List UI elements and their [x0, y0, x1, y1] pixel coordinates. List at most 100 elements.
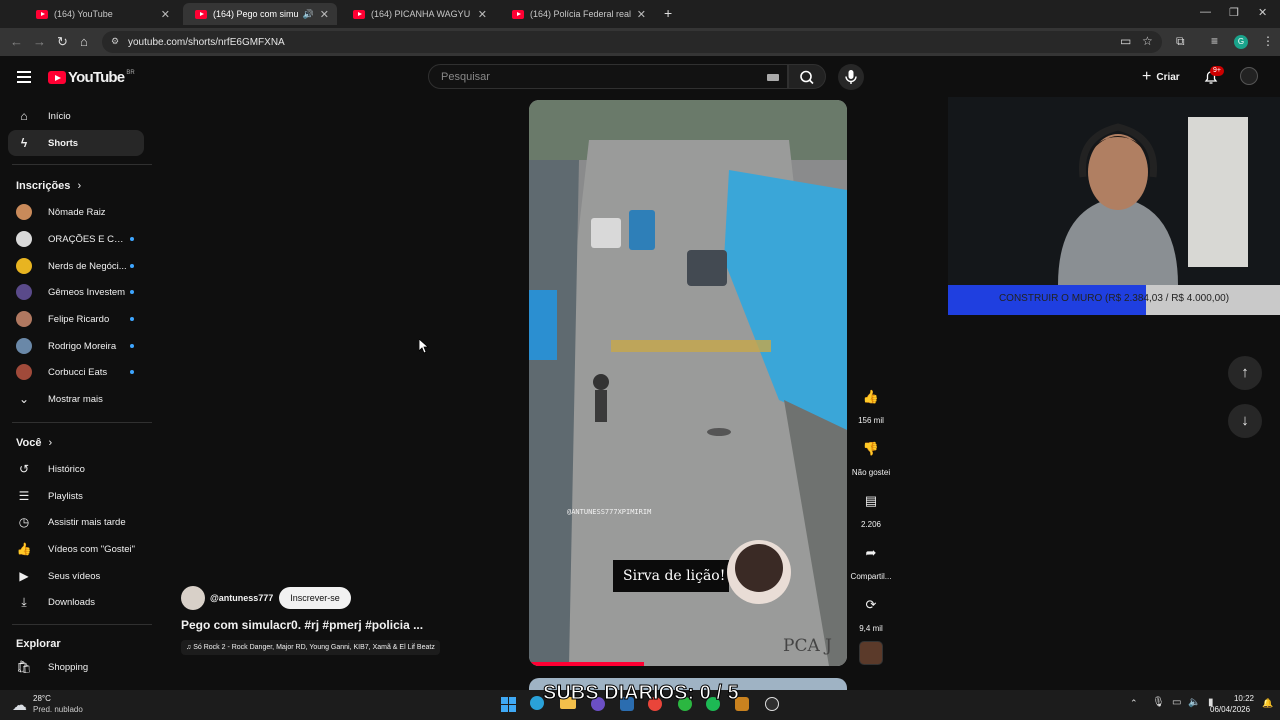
- sidebar-item-playlists[interactable]: ☰ Playlists: [8, 483, 144, 509]
- dislike-button[interactable]: 👎 Não gostei: [848, 434, 894, 477]
- channel-avatar: [16, 284, 32, 300]
- search-button[interactable]: [788, 64, 826, 89]
- shopping-icon: 🛍: [16, 660, 32, 674]
- thumb-up-icon: 👍: [16, 542, 32, 556]
- restore-icon[interactable]: ❐: [1229, 6, 1239, 19]
- sidebar-item-home[interactable]: ⌂ Início: [8, 103, 144, 129]
- channel-avatar[interactable]: [181, 586, 205, 610]
- subscribe-label: Inscrever-se: [290, 593, 340, 603]
- sidebar-item-history[interactable]: ↺ Histórico: [8, 456, 144, 482]
- share-icon: ➦: [865, 545, 877, 560]
- voice-search-button[interactable]: [838, 64, 864, 90]
- youtube-logo[interactable]: YouTube BR: [48, 69, 135, 86]
- thumb-up-icon: 👍: [862, 389, 880, 404]
- sidebar-item-label: Seus vídeos: [48, 570, 101, 582]
- sidebar-item-shopping[interactable]: 🛍 Shopping: [8, 654, 144, 680]
- edge-icon[interactable]: [530, 696, 544, 710]
- share-button[interactable]: ➦ Compartil...: [848, 538, 894, 581]
- clock-date[interactable]: 06/04/2026: [1210, 705, 1250, 714]
- subscriptions-header[interactable]: Inscrições ›: [16, 180, 81, 192]
- keyboard-icon[interactable]: [767, 74, 779, 81]
- short-video-player[interactable]: @ANTUNESS777XPIMIRIM Sirva de lição! PCA…: [529, 100, 847, 666]
- remix-button[interactable]: ⟳ 9,4 mil: [848, 590, 894, 633]
- sidebar-item-shorts[interactable]: ϟ Shorts: [8, 130, 144, 156]
- speaker-icon[interactable]: 🔊: [303, 9, 314, 20]
- sidebar-item-subscription[interactable]: Felipe Ricardo: [8, 306, 144, 332]
- volume-icon[interactable]: 🔈: [1188, 697, 1200, 708]
- cast-icon[interactable]: ▭: [1120, 34, 1131, 48]
- like-button[interactable]: 👍 156 mil: [848, 382, 894, 425]
- tab-title: (164) Polícia Federal realiza ope: [530, 9, 631, 19]
- music-title: Só Rock 2 - Rock Danger, Major RD, Young…: [193, 644, 435, 651]
- sound-thumbnail[interactable]: [859, 641, 883, 665]
- show-more-button[interactable]: ⌄ Mostrar mais: [8, 386, 144, 412]
- youtube-favicon-icon: [512, 9, 524, 19]
- clock-time[interactable]: 10:22: [1232, 694, 1256, 703]
- address-bar[interactable]: ⚙ youtube.com/shorts/nrfE6GMFXNA: [102, 31, 1162, 53]
- temperature[interactable]: 28°C: [33, 694, 51, 703]
- notifications-button[interactable]: 9+: [1203, 66, 1224, 90]
- sidebar-item-watch-later[interactable]: ◷ Assistir mais tarde: [8, 509, 144, 535]
- sidebar-item-label: Corbucci Eats: [48, 366, 108, 378]
- extensions-icon[interactable]: ⧉: [1176, 34, 1185, 49]
- share-label: Compartil...: [850, 572, 892, 581]
- close-tab-icon[interactable]: ✕: [320, 8, 329, 21]
- music-chip[interactable]: ♫ Só Rock 2 - Rock Danger, Major RD, You…: [181, 640, 440, 655]
- browser-tab-active[interactable]: (164) Pego com simulacr0. 🔊 ✕: [183, 3, 337, 25]
- forward-icon[interactable]: →: [33, 34, 46, 49]
- obs-icon[interactable]: [765, 697, 779, 711]
- account-avatar[interactable]: [1240, 67, 1258, 85]
- minimize-icon[interactable]: —: [1200, 6, 1211, 18]
- new-tab-icon[interactable]: +: [664, 5, 672, 21]
- weather-description[interactable]: Pred. nublado: [33, 705, 83, 714]
- close-tab-icon[interactable]: ✕: [478, 8, 487, 21]
- network-icon[interactable]: ▭: [1172, 697, 1181, 708]
- sidebar-item-subscription[interactable]: Gêmeos Investem: [8, 279, 144, 305]
- tab-title: (164) YouTube: [54, 9, 113, 19]
- close-tab-icon[interactable]: ✕: [161, 8, 170, 21]
- back-icon[interactable]: ←: [10, 34, 23, 49]
- donation-goal-text: CONSTRUIR O MURO (R$ 2.384,03 / R$ 4.000…: [998, 293, 1230, 304]
- browser-tab[interactable]: (164) YouTube ✕: [24, 3, 178, 25]
- reload-icon[interactable]: ↻: [57, 34, 68, 50]
- browser-menu-icon[interactable]: ⋮: [1262, 34, 1274, 48]
- logo-text: YouTube: [68, 69, 125, 86]
- sidebar-item-label: Playlists: [48, 490, 83, 502]
- hamburger-menu-icon[interactable]: [17, 71, 31, 83]
- channel-handle[interactable]: @antuness777: [210, 593, 273, 603]
- close-tab-icon[interactable]: ✕: [637, 8, 646, 21]
- sidebar-item-your-videos[interactable]: ▶ Seus vídeos: [8, 563, 144, 589]
- sidebar-item-downloads[interactable]: ⤓ Downloads: [8, 589, 144, 615]
- sidebar-item-subscription[interactable]: Corbucci Eats: [8, 359, 144, 385]
- comments-button[interactable]: ▤ 2.206: [848, 486, 894, 529]
- search-input[interactable]: Pesquisar: [428, 64, 788, 89]
- search-placeholder: Pesquisar: [441, 71, 490, 83]
- you-header[interactable]: Você ›: [16, 437, 52, 449]
- next-short-button[interactable]: ↓: [1228, 404, 1262, 438]
- browser-tab[interactable]: (164) Polícia Federal realiza ope ✕: [500, 3, 654, 25]
- close-window-icon[interactable]: ✕: [1258, 6, 1267, 19]
- sidebar-item-liked[interactable]: 👍 Vídeos com "Gostei": [8, 536, 144, 562]
- create-button[interactable]: + Criar: [1142, 68, 1180, 86]
- windows-start-icon[interactable]: [501, 697, 516, 712]
- short-title[interactable]: Pego com simulacr0. #rj #pmerj #policia …: [181, 618, 423, 632]
- music-note-icon: ♫: [186, 644, 192, 651]
- mouse-cursor-icon: [419, 339, 429, 354]
- notification-center-icon[interactable]: 🔔: [1262, 698, 1273, 709]
- previous-short-button[interactable]: ↑: [1228, 356, 1262, 390]
- sidebar-item-subscription[interactable]: Nômade Raiz: [8, 199, 144, 225]
- profile-avatar[interactable]: G: [1234, 35, 1248, 49]
- sidebar-item-subscription[interactable]: Rodrigo Moreira: [8, 333, 144, 359]
- bookmark-star-icon[interactable]: ☆: [1142, 34, 1153, 48]
- sidebar-item-subscription[interactable]: Nerds de Negóci...: [8, 253, 144, 279]
- media-control-icon[interactable]: ≡: [1211, 34, 1218, 48]
- home-browser-icon[interactable]: ⌂: [80, 34, 88, 49]
- tray-chevron-icon[interactable]: ⌃: [1130, 698, 1138, 709]
- site-info-icon[interactable]: ⚙: [111, 36, 122, 47]
- mic-tray-icon[interactable]: 🎙: [1152, 697, 1165, 708]
- browser-tab[interactable]: (164) PICANHA WAGYU x PICA ✕: [341, 3, 495, 25]
- search-icon: [800, 70, 814, 85]
- subscribe-button[interactable]: Inscrever-se: [279, 587, 351, 609]
- sidebar-item-subscription[interactable]: ORAÇÕES E CON...: [8, 226, 144, 252]
- dislike-label: Não gostei: [851, 468, 891, 477]
